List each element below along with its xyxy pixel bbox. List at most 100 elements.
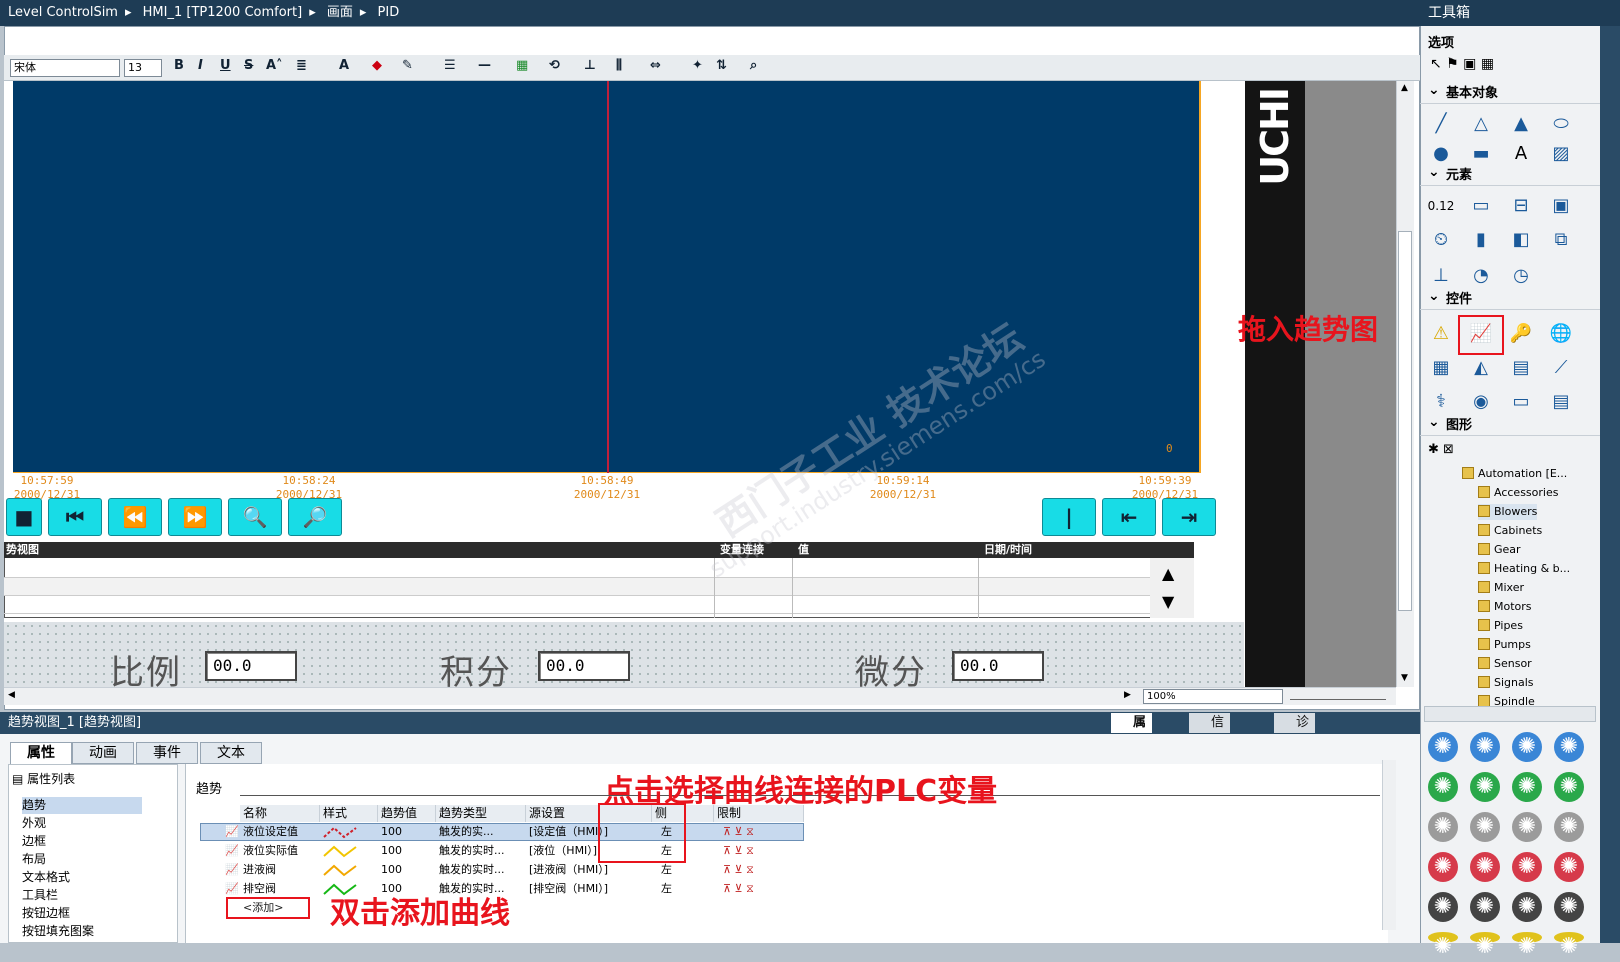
distribute-icon[interactable]: ⫼ [616, 58, 622, 73]
limit-icons[interactable]: ⊼ ⊻ ⧖ [720, 823, 754, 841]
blower-icon[interactable]: ✺ [1554, 772, 1584, 802]
scroll-down-icon[interactable]: ▼ [1401, 673, 1408, 683]
tab-info[interactable]: 信息 [1189, 713, 1231, 750]
ruler-button[interactable]: | [1042, 498, 1096, 536]
blower-icon[interactable]: ✺ [1470, 892, 1500, 922]
user-view-icon[interactable]: 🔑 [1506, 320, 1536, 348]
section-controls[interactable]: 控件 [1420, 286, 1600, 310]
canvas-vscroll[interactable]: ▲ ▼ [1396, 81, 1414, 687]
row-source[interactable]: [进液阀（HMI）] [526, 861, 608, 879]
blower-icon[interactable]: ✺ [1554, 932, 1584, 959]
tree-item[interactable]: Pumps [1478, 637, 1531, 653]
section-elements[interactable]: 元素 [1420, 162, 1600, 186]
same-size-icon[interactable]: ⇔ [650, 58, 661, 73]
row-name[interactable]: 排空阀 [240, 880, 276, 898]
limit-icons[interactable]: ⊼ ⊻ ⧖ [720, 842, 754, 860]
format-painter-icon[interactable]: ✦ [692, 58, 703, 73]
align-icon[interactable]: ≣ [296, 58, 307, 73]
font-size-select[interactable]: 13 [124, 59, 162, 77]
tree-item[interactable]: Cabinets [1478, 523, 1542, 539]
graphic-io-icon[interactable]: ▣ [1546, 192, 1576, 220]
d-field[interactable]: 00.0 [952, 651, 1044, 681]
tree-item[interactable]: Signals [1478, 675, 1534, 691]
scroll-up-icon[interactable]: ▲ [1162, 564, 1174, 583]
strikethrough-icon[interactable]: S [244, 58, 253, 73]
button-tool-icon[interactable]: ▭ [1466, 192, 1496, 220]
blower-icon[interactable]: ✺ [1512, 852, 1542, 882]
blower-icon[interactable]: ✺ [1554, 852, 1584, 882]
zoom-select[interactable]: 100% [1143, 689, 1283, 704]
blower-icon[interactable]: ✺ [1470, 772, 1500, 802]
tab-texts[interactable]: 文本 [200, 742, 262, 764]
date-time-icon[interactable]: ⏲ [1426, 226, 1456, 254]
blower-icon[interactable]: ✺ [1512, 812, 1542, 842]
row-value[interactable]: 100 [378, 823, 402, 841]
tab-properties[interactable]: 属性 [1111, 713, 1153, 750]
blower-icon[interactable]: ✺ [1512, 932, 1542, 959]
grid-scrollbar[interactable] [1382, 760, 1396, 930]
media-player-icon[interactable]: ◭ [1466, 354, 1496, 382]
limit-icons[interactable]: ⊼ ⊻ ⧖ [720, 880, 754, 898]
prop-button-fill[interactable]: 按钮填充图案 [22, 923, 94, 937]
tree-item[interactable]: Pipes [1478, 618, 1523, 634]
row-style-swatch[interactable] [322, 863, 358, 877]
gauge-icon[interactable]: ◔ [1466, 262, 1496, 290]
stop-button[interactable]: ■ [6, 498, 42, 536]
tab-animations[interactable]: 动画 [72, 742, 134, 764]
ruler-forward-button[interactable]: ⇥ [1162, 498, 1216, 536]
layer-icon[interactable]: ▦ [516, 58, 528, 73]
line-color-icon[interactable]: ✎ [402, 58, 413, 73]
blower-icon[interactable]: ✺ [1512, 772, 1542, 802]
web-browser-icon[interactable]: 🌐 [1546, 320, 1576, 348]
prop-textformat[interactable]: 文本格式 [22, 869, 70, 886]
prop-border[interactable]: 边框 [22, 833, 46, 850]
section-basic-objects[interactable]: 基本对象 [1420, 80, 1600, 104]
row-style-swatch[interactable] [322, 825, 358, 839]
tree-item[interactable]: Accessories [1478, 485, 1558, 501]
scroll-thumb[interactable] [1398, 231, 1412, 611]
symbol-library-icon[interactable]: ⧉ [1546, 226, 1576, 254]
zoom-slider[interactable] [1290, 692, 1386, 700]
italic-icon[interactable]: I [198, 58, 203, 73]
blower-icon[interactable]: ✺ [1428, 852, 1458, 882]
tree-item[interactable]: Automation [E... [1462, 466, 1567, 482]
tree-item[interactable]: Heating & b... [1478, 561, 1570, 577]
blower-icon[interactable]: ✺ [1512, 732, 1542, 762]
blower-icon[interactable]: ✺ [1470, 732, 1500, 762]
row-name[interactable]: 进液阀 [240, 861, 276, 879]
rotate-icon[interactable]: ⟲ [549, 58, 560, 73]
prop-appearance[interactable]: 外观 [22, 815, 46, 832]
limit-icons[interactable]: ⊼ ⊻ ⧖ [720, 861, 754, 879]
blower-icon[interactable]: ✺ [1428, 932, 1458, 959]
rewind-button[interactable]: ⏪ [108, 498, 162, 536]
line-width-icon[interactable]: — [478, 58, 491, 73]
crumb-screens[interactable]: 画面 [327, 5, 353, 20]
font-color-icon[interactable]: A [339, 58, 349, 73]
text-tool-icon[interactable]: A [1506, 140, 1536, 168]
f-xy-icon[interactable]: ⟋ [1546, 354, 1576, 382]
blower-icon[interactable]: ✺ [1470, 812, 1500, 842]
tree-item[interactable]: Sensor [1478, 656, 1532, 672]
tree-hscroll[interactable] [1424, 706, 1596, 722]
row-type[interactable]: 触发的实... [436, 823, 524, 841]
blower-icon[interactable]: ✺ [1428, 732, 1458, 762]
recipe-view-icon[interactable]: ▦ [1426, 354, 1456, 382]
tab-props[interactable]: 属性 [10, 742, 72, 764]
first-button[interactable]: ⏮ [48, 498, 102, 536]
scroll-up-icon[interactable]: ▲ [1401, 83, 1408, 93]
underline-icon[interactable]: U [220, 58, 231, 73]
prop-button-border[interactable]: 按钮边框 [22, 905, 70, 922]
i-field[interactable]: 00.0 [538, 651, 630, 681]
plc-code-icon[interactable]: ▭ [1506, 388, 1536, 416]
ellipse-tool-icon[interactable]: ⬭ [1546, 110, 1576, 138]
sort-icon[interactable]: ⇅ [716, 58, 727, 73]
row-source[interactable]: [设定值（HMI）] [526, 823, 608, 841]
symbolic-io-icon[interactable]: ⊟ [1506, 192, 1536, 220]
blower-icon[interactable]: ✺ [1428, 812, 1458, 842]
row-name[interactable]: 液位设定值 [240, 823, 298, 841]
blower-icon[interactable]: ✺ [1554, 812, 1584, 842]
graphics-folder-icon[interactable]: ✱ ⊠ [1428, 442, 1454, 457]
crumb-project[interactable]: Level ControlSim [8, 5, 118, 20]
rect-tool-icon[interactable]: ▬ [1466, 140, 1496, 168]
zoom-area-icon[interactable]: ⌕ [750, 58, 757, 73]
